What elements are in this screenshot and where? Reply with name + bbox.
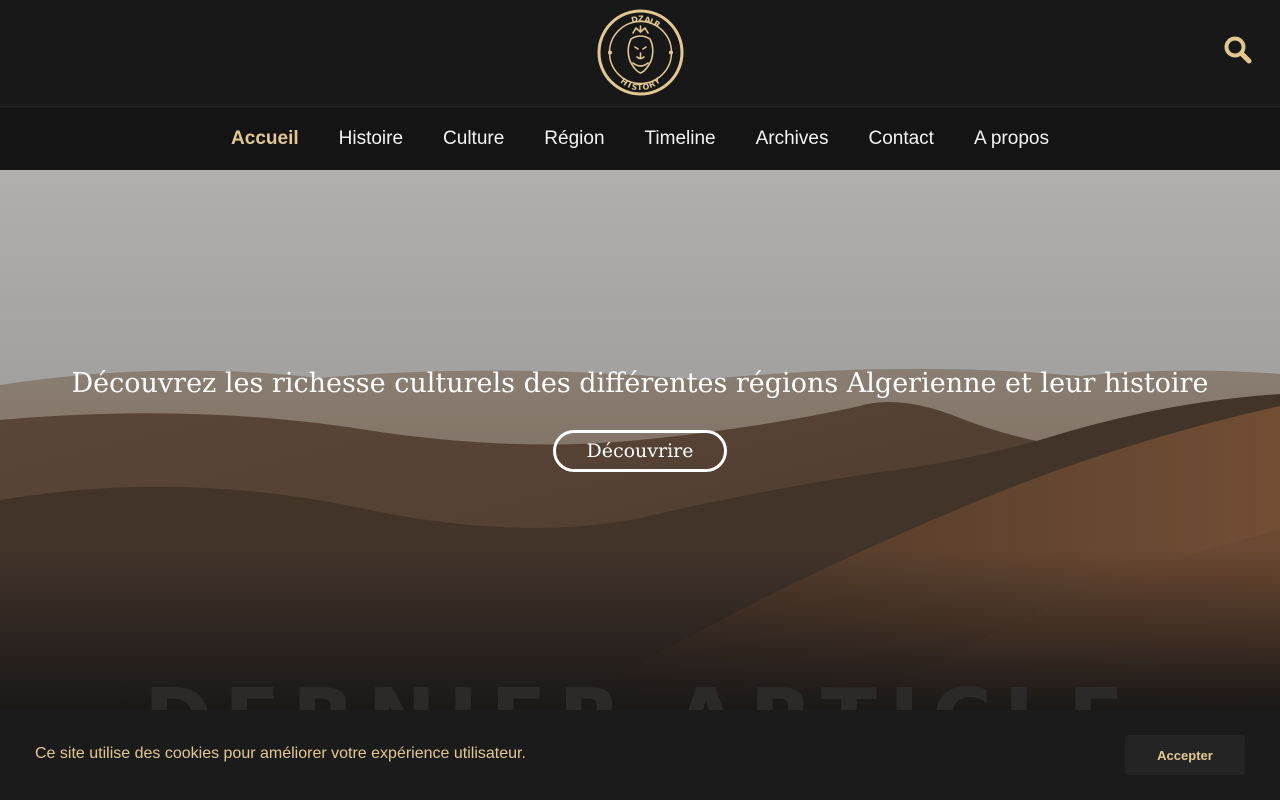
- nav-item-histoire[interactable]: Histoire: [339, 128, 403, 150]
- nav-item-archives[interactable]: Archives: [756, 128, 829, 150]
- nav-item-accueil[interactable]: Accueil: [231, 128, 299, 150]
- cookie-message: Ce site utilise des cookies pour amélior…: [35, 745, 526, 762]
- main-navigation: Accueil Histoire Culture Région Timeline…: [0, 108, 1280, 170]
- cookie-banner: Ce site utilise des cookies pour amélior…: [0, 710, 1280, 800]
- site-header: D Z A I R H I S T O R Y: [0, 0, 1280, 107]
- search-icon[interactable]: [1222, 34, 1254, 66]
- hero-banner: Découvrez les richesse culturels des dif…: [0, 170, 1280, 710]
- nav-item-region[interactable]: Région: [544, 128, 604, 150]
- nav-item-contact[interactable]: Contact: [868, 128, 933, 150]
- decouvrir-button[interactable]: Découvrire: [553, 430, 727, 472]
- nav-item-a-propos[interactable]: A propos: [974, 128, 1049, 150]
- accept-cookies-button[interactable]: Accepter: [1125, 735, 1245, 775]
- lion-crest-logo-icon[interactable]: D Z A I R H I S T O R Y: [597, 9, 684, 96]
- nav-item-timeline[interactable]: Timeline: [645, 128, 716, 150]
- nav-item-culture[interactable]: Culture: [443, 128, 504, 150]
- hero-title: Découvrez les richesse culturels des dif…: [71, 368, 1209, 399]
